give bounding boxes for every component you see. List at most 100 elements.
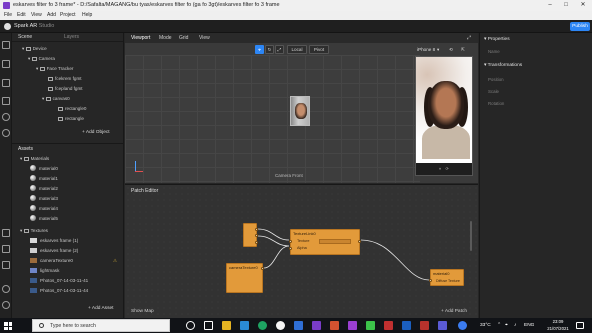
windows-start-icon[interactable] bbox=[4, 322, 12, 330]
texture-thumbnail-icon bbox=[30, 277, 37, 283]
tree-item-face-tracker[interactable]: ▾ Face Tracker bbox=[36, 65, 73, 73]
publish-button[interactable]: Publish bbox=[570, 22, 590, 31]
menu-edit[interactable]: Edit bbox=[17, 11, 26, 20]
minimize-button[interactable]: – bbox=[542, 0, 558, 11]
scale-tool-button[interactable]: ⤢ bbox=[275, 45, 284, 54]
canvas-plane-object[interactable] bbox=[290, 96, 310, 126]
chevron-down-icon[interactable]: ▾ bbox=[437, 45, 439, 55]
layers-icon[interactable] bbox=[2, 60, 10, 68]
patch-editor-panel[interactable]: Patch Editor TextureLink0 Texture Alpha … bbox=[125, 184, 478, 318]
asset-photo1[interactable]: Photos_07-14-03-11-41 bbox=[30, 276, 88, 285]
filezilla-icon[interactable] bbox=[420, 321, 429, 330]
tree-item-camera[interactable]: ▾ Camera bbox=[28, 55, 55, 63]
tray-chevron-icon[interactable]: ⌃ bbox=[497, 318, 501, 333]
asset-lightmask[interactable]: lightmask bbox=[30, 266, 59, 275]
menu-view[interactable]: View bbox=[31, 11, 42, 20]
maximize-button[interactable]: □ bbox=[558, 0, 574, 11]
material-sphere-icon bbox=[30, 215, 36, 221]
menu-add[interactable]: Add bbox=[47, 11, 56, 20]
add-asset-button[interactable]: + Add Asset bbox=[88, 306, 113, 311]
move-tool-button[interactable]: ⌖ bbox=[255, 45, 264, 54]
close-button[interactable]: ✕ bbox=[575, 0, 591, 11]
cortana-icon[interactable] bbox=[186, 321, 195, 330]
popout-icon[interactable]: ⇱ bbox=[461, 45, 465, 55]
asset-photo2[interactable]: Photos_07-14-03-11-44 bbox=[30, 286, 88, 295]
filter-icon[interactable] bbox=[2, 113, 10, 121]
spark-ar-logo-icon bbox=[4, 23, 11, 30]
search-placeholder: Type here to search bbox=[50, 323, 96, 329]
tab-layers[interactable]: Layers bbox=[64, 33, 79, 42]
asset-material3[interactable]: material3 bbox=[30, 194, 58, 203]
scene-grid[interactable] bbox=[125, 55, 420, 183]
preview-body bbox=[422, 125, 470, 159]
file-explorer-icon[interactable] bbox=[222, 321, 231, 330]
pivot-toggle-button[interactable]: Pivot bbox=[309, 45, 329, 54]
tree-item-fcekrem[interactable]: fcekrem fgmt bbox=[48, 75, 82, 83]
asset-texture-frame2[interactable]: eskarves frame (2) bbox=[30, 246, 78, 255]
expand-icon[interactable]: ⤢ bbox=[467, 33, 471, 43]
word-icon[interactable] bbox=[294, 321, 303, 330]
spark-ar-taskbar-icon[interactable] bbox=[438, 321, 447, 330]
position-label: Position bbox=[488, 77, 504, 82]
send-to-app-icon[interactable] bbox=[2, 245, 10, 253]
network-icon[interactable]: ⌖ bbox=[505, 318, 508, 333]
tree-item-rectangle0[interactable]: rectangle0 bbox=[58, 105, 86, 113]
section-label: Transformations bbox=[487, 63, 523, 68]
acrobat-icon[interactable] bbox=[384, 321, 393, 330]
premiere-icon[interactable] bbox=[312, 321, 321, 330]
patch-editor-icon[interactable] bbox=[2, 97, 10, 105]
menu-help[interactable]: Help bbox=[82, 11, 92, 20]
tree-item-device[interactable]: ▾ Device bbox=[22, 45, 47, 53]
local-toggle-button[interactable]: Local bbox=[287, 45, 307, 54]
menu-project[interactable]: Project bbox=[60, 11, 76, 20]
notifications-icon[interactable] bbox=[576, 322, 584, 329]
edge-icon[interactable] bbox=[258, 321, 267, 330]
taskbar-search-box[interactable]: Type here to search bbox=[32, 319, 170, 332]
taskbar-clock[interactable]: 23:09 21/07/2021 bbox=[546, 319, 570, 332]
asset-material4[interactable]: material4 bbox=[30, 204, 58, 213]
asset-label: material5 bbox=[39, 216, 58, 221]
asset-material5[interactable]: material5 bbox=[30, 214, 58, 223]
asset-material2[interactable]: material2 bbox=[30, 184, 58, 193]
menu-file[interactable]: File bbox=[4, 11, 12, 20]
simulator-preview[interactable]: ⏸ ⟳ bbox=[415, 56, 473, 176]
viewport-view-menu[interactable]: View bbox=[199, 33, 210, 43]
upload-icon[interactable] bbox=[2, 261, 10, 269]
device-select[interactable]: iPhone 8 bbox=[417, 45, 435, 55]
asset-texture-frame1[interactable]: eskarves frame (1) bbox=[30, 236, 78, 245]
patch-wires bbox=[257, 228, 430, 281]
tree-item-canvas[interactable]: ▾ canvas0 bbox=[42, 95, 70, 103]
viewport-mode-menu[interactable]: Mode bbox=[159, 33, 172, 43]
viewport-grid-menu[interactable]: Grid bbox=[179, 33, 188, 43]
tree-item-fcepland[interactable]: fcepland fgmt bbox=[48, 85, 83, 93]
powerpoint-icon[interactable] bbox=[330, 321, 339, 330]
help-icon[interactable] bbox=[2, 285, 10, 293]
language-indicator[interactable]: ENG bbox=[524, 318, 534, 333]
add-patch-button[interactable]: + Add Patch bbox=[441, 309, 467, 314]
account-avatar-icon[interactable] bbox=[2, 301, 10, 309]
scene-icon[interactable] bbox=[2, 41, 10, 49]
add-object-button[interactable]: + Add Object bbox=[82, 130, 110, 135]
rotate-tool-button[interactable]: ↻ bbox=[265, 45, 274, 54]
store-icon[interactable] bbox=[240, 321, 249, 330]
viewport-toolbar: Viewport Mode Grid View ⤢ bbox=[125, 33, 478, 43]
textures-folder[interactable]: ▾ Textures bbox=[20, 227, 48, 235]
asset-camera-texture[interactable]: cameraTexture0 bbox=[30, 256, 73, 265]
rotate-device-icon[interactable]: ⟲ bbox=[449, 45, 453, 55]
test-on-device-icon[interactable] bbox=[2, 229, 10, 237]
line-icon[interactable] bbox=[366, 321, 375, 330]
tab-viewport[interactable]: Viewport bbox=[131, 33, 150, 43]
tab-scene[interactable]: Scene bbox=[18, 33, 32, 42]
assets-icon[interactable] bbox=[2, 79, 10, 87]
tree-item-rectangle[interactable]: rectangle bbox=[58, 115, 84, 123]
materials-folder[interactable]: ▾ Materials bbox=[20, 155, 49, 163]
volume-icon[interactable]: ♪ bbox=[514, 318, 516, 333]
asset-material0[interactable]: material0 bbox=[30, 164, 58, 173]
task-view-icon[interactable] bbox=[204, 321, 213, 330]
after-effects-icon[interactable] bbox=[348, 321, 357, 330]
asset-material1[interactable]: material1 bbox=[30, 174, 58, 183]
chrome-icon[interactable] bbox=[276, 321, 285, 330]
search-icon[interactable] bbox=[2, 129, 10, 137]
show-map-button[interactable]: Show Map bbox=[131, 309, 154, 314]
zoom-icon[interactable] bbox=[402, 321, 411, 330]
